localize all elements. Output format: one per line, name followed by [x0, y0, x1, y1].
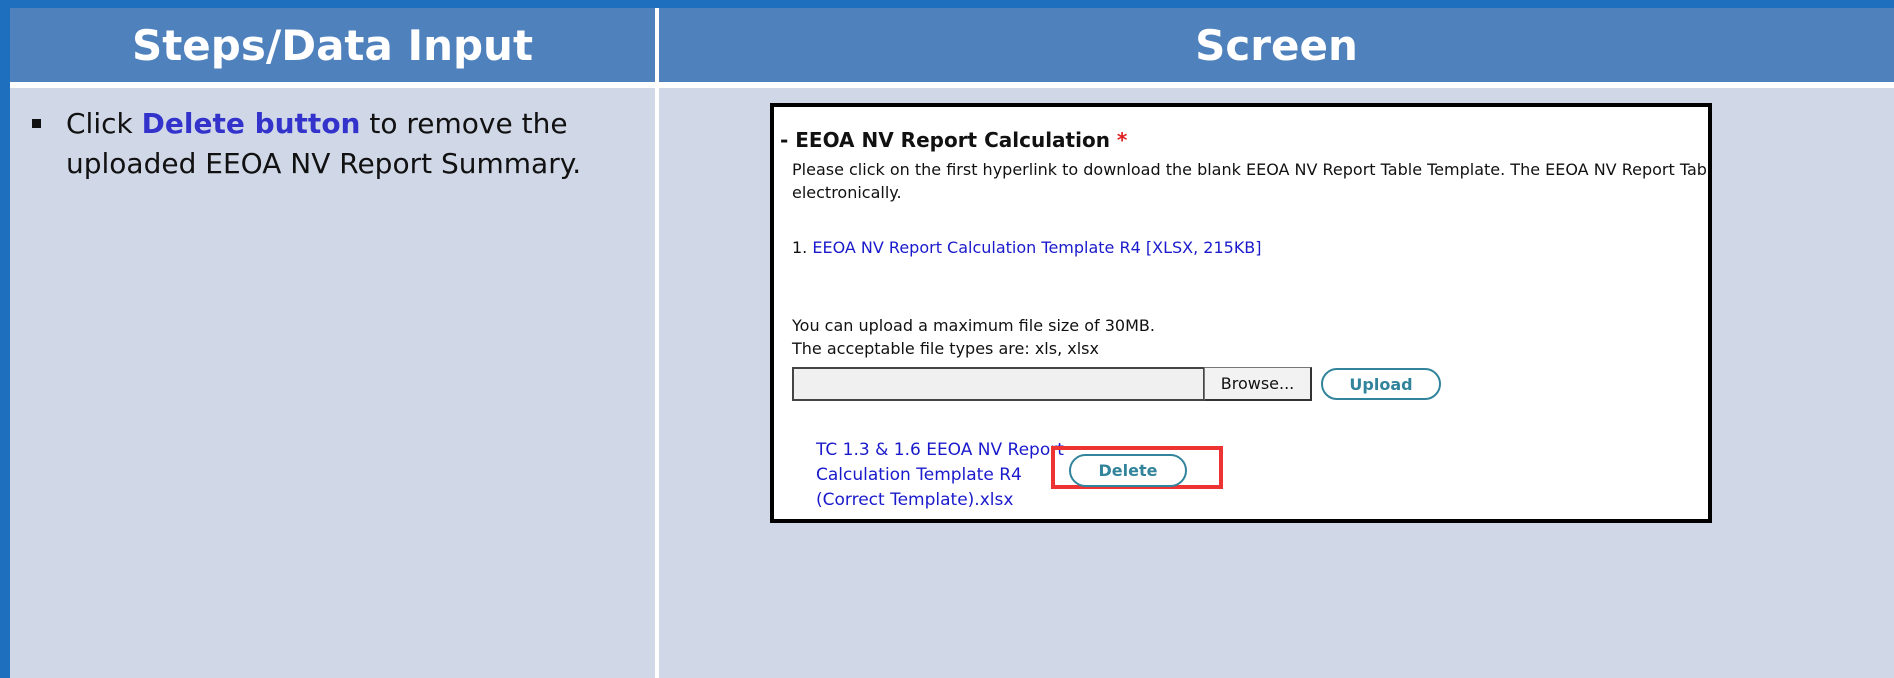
instruction-line-2: electronically. [792, 183, 902, 202]
template-download-link[interactable]: EEOA NV Report Calculation Template R4 [… [812, 238, 1261, 257]
template-item: 1. EEOA NV Report Calculation Template R… [792, 238, 1262, 257]
delete-button[interactable]: Delete [1069, 454, 1187, 487]
upload-note-line-1: You can upload a maximum file size of 30… [792, 316, 1155, 335]
section-title: - EEOA NV Report Calculation * [780, 128, 1127, 152]
upload-button[interactable]: Upload [1321, 368, 1441, 400]
browse-button[interactable]: Browse... [1204, 367, 1312, 401]
steps-cell: Click Delete button to remove the upload… [10, 88, 655, 678]
steps-header: Steps/Data Input [10, 8, 655, 82]
upload-note: You can upload a maximum file size of 30… [792, 314, 1155, 360]
upload-note-line-2: The acceptable file types are: xls, xlsx [792, 339, 1099, 358]
section-title-text: - EEOA NV Report Calculation [780, 128, 1117, 152]
instructions: Please click on the first hyperlink to d… [792, 158, 1712, 204]
required-mark: * [1116, 128, 1128, 152]
file-path-input[interactable] [792, 367, 1205, 401]
embedded-screenshot: - EEOA NV Report Calculation * Please cl… [770, 103, 1712, 523]
template-number: 1. [792, 238, 813, 257]
step-bullet: Click Delete button to remove the upload… [32, 104, 632, 184]
screen-header: Screen [659, 8, 1894, 82]
uploaded-file-link[interactable]: TC 1.3 & 1.6 EEOA NV Report Calculation … [816, 438, 1076, 513]
step-prefix: Click [66, 107, 142, 140]
step-text: Click Delete button to remove the upload… [66, 104, 632, 184]
step-highlight: Delete button [141, 107, 361, 140]
instruction-line-1: Please click on the first hyperlink to d… [792, 160, 1712, 179]
square-bullet-icon [32, 119, 41, 128]
